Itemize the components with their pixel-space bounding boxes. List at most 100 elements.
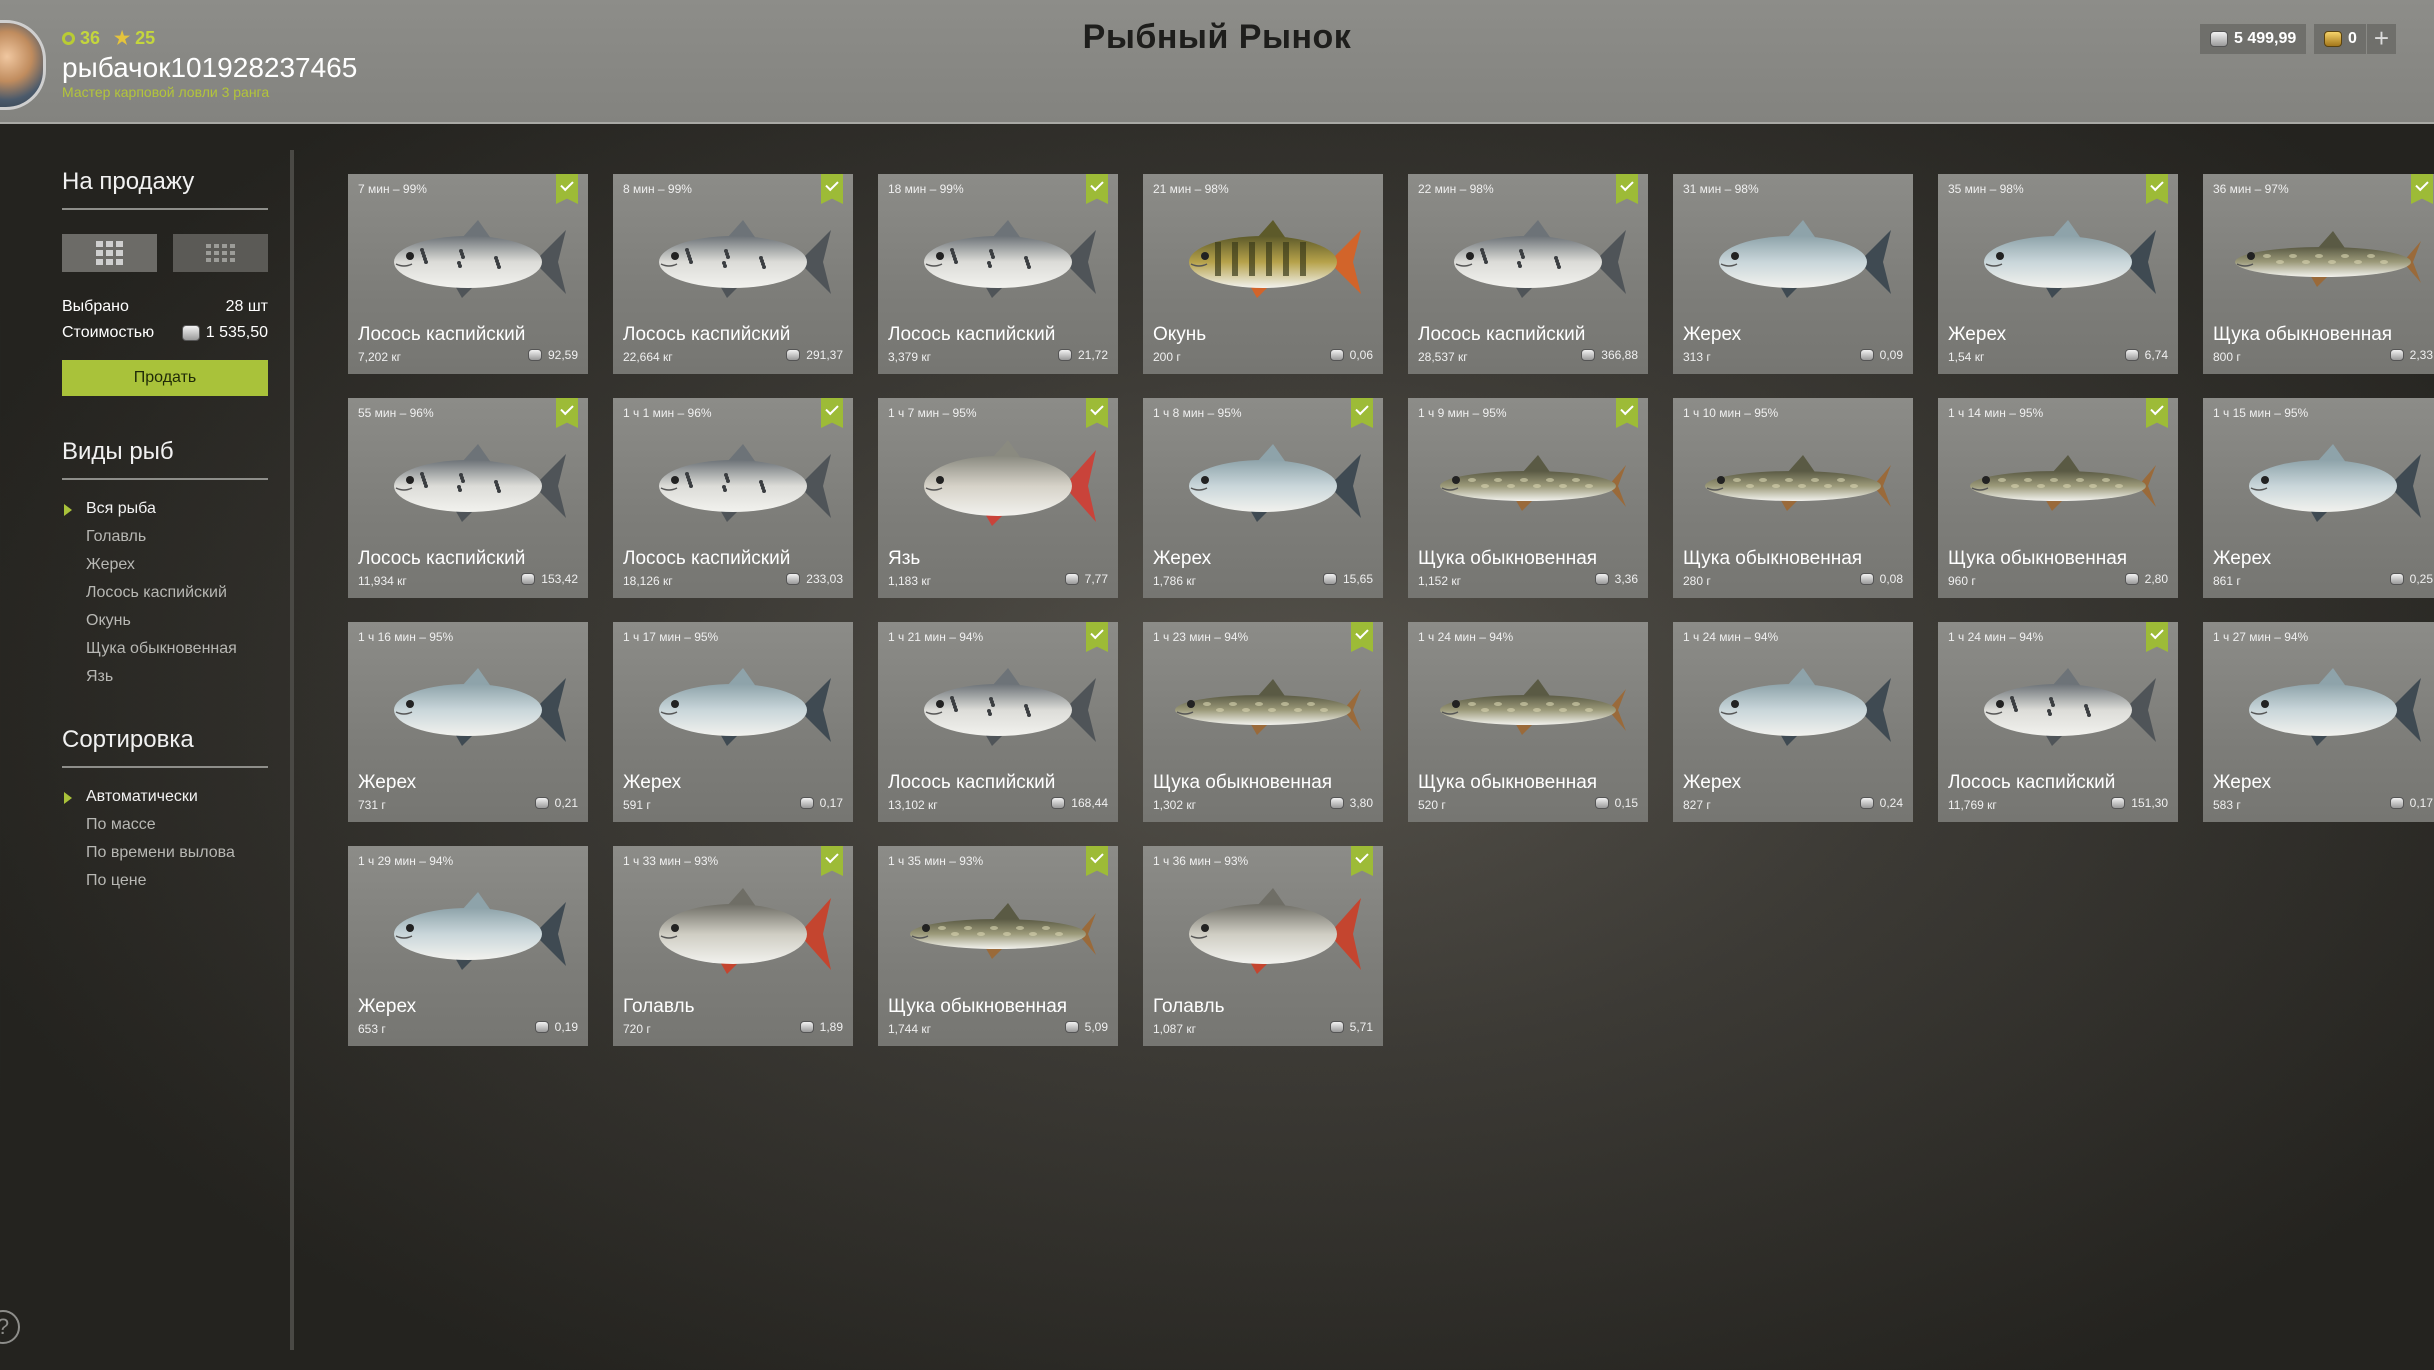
fish-card[interactable]: 18 мин – 99% Лосось каспийский 3,379 кг 21… — [878, 174, 1118, 374]
fish-card[interactable]: 1 ч 24 мин – 94% Лосось каспийский 11,769… — [1938, 622, 2178, 822]
sort-by-price[interactable]: По цене — [62, 872, 268, 900]
catch-time: 1 ч 27 мин – 94% — [2213, 630, 2309, 644]
sort-by-mass[interactable]: По массе — [62, 816, 268, 844]
catch-time: 1 ч 23 мин – 94% — [1153, 630, 1249, 644]
fish-card[interactable]: 1 ч 36 мин – 93% Голавль 1,087 кг 5,71 — [1143, 846, 1383, 1046]
fish-card[interactable]: 22 мин – 98% Лосось каспийский 28,537 кг 3… — [1408, 174, 1648, 374]
fish-card[interactable]: 8 мин – 99% Лосось каспийский 22,664 кг 29… — [613, 174, 853, 374]
selected-check-icon[interactable] — [1086, 846, 1108, 876]
selected-check-icon[interactable] — [556, 398, 578, 428]
selected-check-icon[interactable] — [821, 398, 843, 428]
silver-coin-icon — [1581, 349, 1596, 361]
fish-card[interactable]: 1 ч 27 мин – 94% Жерех 583 г 0,17 — [2203, 622, 2434, 822]
fish-card[interactable]: 1 ч 29 мин – 94% Жерех 653 г 0,19 — [348, 846, 588, 1046]
silver-coin-icon — [1329, 349, 1344, 361]
asp-fish-image — [394, 668, 566, 746]
fish-card[interactable]: 36 мин – 97% Щука обыкновенная 800 г 2,33 — [2203, 174, 2434, 374]
fish-weight: 7,202 кг — [358, 350, 401, 364]
fish-price: 0,19 — [534, 1020, 578, 1034]
selected-check-icon[interactable] — [2146, 174, 2168, 204]
fish-card[interactable]: 55 мин – 96% Лосось каспийский 11,934 кг 1… — [348, 398, 588, 598]
species-filter-list: Вся рыба Голавль Жерех Лосось каспийский… — [62, 500, 268, 696]
fish-card[interactable]: 1 ч 10 мин – 95% Щука обыкновенная 280 г 0… — [1673, 398, 1913, 598]
small-grid-view-button[interactable] — [173, 234, 268, 272]
silver-coin-icon — [1329, 1021, 1344, 1033]
selected-check-icon[interactable] — [821, 846, 843, 876]
pike-fish-image — [1440, 679, 1626, 735]
fish-card[interactable]: 1 ч 21 мин – 94% Лосось каспийский 13,102… — [878, 622, 1118, 822]
fish-weight: 800 г — [2213, 350, 2241, 364]
selected-check-icon[interactable] — [2146, 622, 2168, 652]
selected-check-icon[interactable] — [2411, 174, 2433, 204]
fish-card[interactable]: 1 ч 16 мин – 95% Жерех 731 г 0,21 — [348, 622, 588, 822]
fish-card[interactable]: 1 ч 7 мин – 95% Язь 1,183 кг 7,77 — [878, 398, 1118, 598]
catch-time: 1 ч 16 мин – 95% — [358, 630, 454, 644]
fish-price: 2,80 — [2124, 572, 2168, 586]
fish-card[interactable]: 1 ч 15 мин – 95% Жерех 861 г 0,25 — [2203, 398, 2434, 598]
add-currency-button[interactable]: + — [2366, 24, 2396, 54]
large-grid-view-button[interactable] — [62, 234, 157, 272]
fish-price: 5,71 — [1329, 1020, 1373, 1034]
species-filter-all[interactable]: Вся рыба — [62, 500, 268, 528]
species-filter-caspian-salmon[interactable]: Лосось каспийский — [62, 584, 268, 612]
fish-card[interactable]: 1 ч 9 мин – 95% Щука обыкновенная 1,152 к… — [1408, 398, 1648, 598]
gold-amount: 0 — [2348, 30, 2357, 47]
fish-price: 291,37 — [786, 348, 843, 362]
fish-card[interactable]: 1 ч 24 мин – 94% Жерех 827 г 0,24 — [1673, 622, 1913, 822]
fish-card[interactable]: 35 мин – 98% Жерех 1,54 кг 6,74 — [1938, 174, 2178, 374]
fish-name: Жерех — [1153, 548, 1212, 569]
fish-price: 7,77 — [1064, 572, 1108, 586]
fish-weight: 861 г — [2213, 574, 2241, 588]
species-filter-pike[interactable]: Щука обыкновенная — [62, 640, 268, 668]
selected-check-icon[interactable] — [1086, 622, 1108, 652]
fish-name: Жерех — [2213, 772, 2272, 793]
help-button[interactable]: ? — [0, 1310, 20, 1344]
selected-check-icon[interactable] — [556, 174, 578, 204]
fish-card[interactable]: 31 мин – 98% Жерех 313 г 0,09 — [1673, 174, 1913, 374]
pike-fish-image — [1440, 455, 1626, 511]
species-filter-perch[interactable]: Окунь — [62, 612, 268, 640]
fish-name: Язь — [888, 548, 921, 569]
selected-check-icon[interactable] — [1351, 846, 1373, 876]
fish-price-value: 3,80 — [1349, 796, 1373, 810]
sort-by-catch-time[interactable]: По времени вылова — [62, 844, 268, 872]
fish-card[interactable]: 21 мин – 98% Окунь 200 г 0,06 — [1143, 174, 1383, 374]
silver-coin-icon — [2124, 573, 2139, 585]
species-filter-asp[interactable]: Жерех — [62, 556, 268, 584]
catch-time: 18 мин – 99% — [888, 182, 964, 196]
fish-price: 0,09 — [1859, 348, 1903, 362]
selected-check-icon[interactable] — [1351, 622, 1373, 652]
selected-check-icon[interactable] — [1086, 174, 1108, 204]
fish-weight: 313 г — [1683, 350, 1711, 364]
cost-row: Стоимостью 1 535,50 — [62, 324, 268, 342]
for-sale-title: На продажу — [62, 168, 268, 210]
selected-check-icon[interactable] — [1616, 398, 1638, 428]
catch-time: 8 мин – 99% — [623, 182, 692, 196]
fish-card[interactable]: 7 мин – 99% Лосось каспийский 7,202 кг 92,… — [348, 174, 588, 374]
fish-price-value: 0,24 — [1879, 796, 1903, 810]
chub-fish-image — [1189, 888, 1361, 974]
pike-fish-image — [1705, 455, 1891, 511]
fish-card[interactable]: 1 ч 35 мин – 93% Щука обыкновенная 1,744 … — [878, 846, 1118, 1046]
sort-auto[interactable]: Автоматически — [62, 788, 268, 816]
selected-check-icon[interactable] — [821, 174, 843, 204]
species-filter-ide[interactable]: Язь — [62, 668, 268, 696]
selected-check-icon[interactable] — [1086, 398, 1108, 428]
selected-check-icon[interactable] — [2146, 398, 2168, 428]
catch-time: 1 ч 21 мин – 94% — [888, 630, 984, 644]
fish-card[interactable]: 1 ч 33 мин – 93% Голавль 720 г 1,89 — [613, 846, 853, 1046]
fish-card[interactable]: 1 ч 8 мин – 95% Жерех 1,786 кг 15,65 — [1143, 398, 1383, 598]
selected-check-icon[interactable] — [1351, 398, 1373, 428]
fish-price-value: 21,72 — [1077, 348, 1108, 362]
fish-weight: 11,769 кг — [1948, 798, 1997, 812]
species-filter-chub[interactable]: Голавль — [62, 528, 268, 556]
selected-check-icon[interactable] — [1616, 174, 1638, 204]
view-toggles — [62, 234, 268, 272]
fish-card[interactable]: 1 ч 24 мин – 94% Щука обыкновенная 520 г 0… — [1408, 622, 1648, 822]
sell-button[interactable]: Продать — [62, 360, 268, 396]
fish-card[interactable]: 1 ч 23 мин – 94% Щука обыкновенная 1,302 … — [1143, 622, 1383, 822]
fish-name: Лосось каспийский — [888, 324, 1056, 345]
fish-card[interactable]: 1 ч 1 мин – 96% Лосось каспийский 18,126 … — [613, 398, 853, 598]
fish-card[interactable]: 1 ч 17 мин – 95% Жерех 591 г 0,17 — [613, 622, 853, 822]
fish-card[interactable]: 1 ч 14 мин – 95% Щука обыкновенная 960 г 2… — [1938, 398, 2178, 598]
